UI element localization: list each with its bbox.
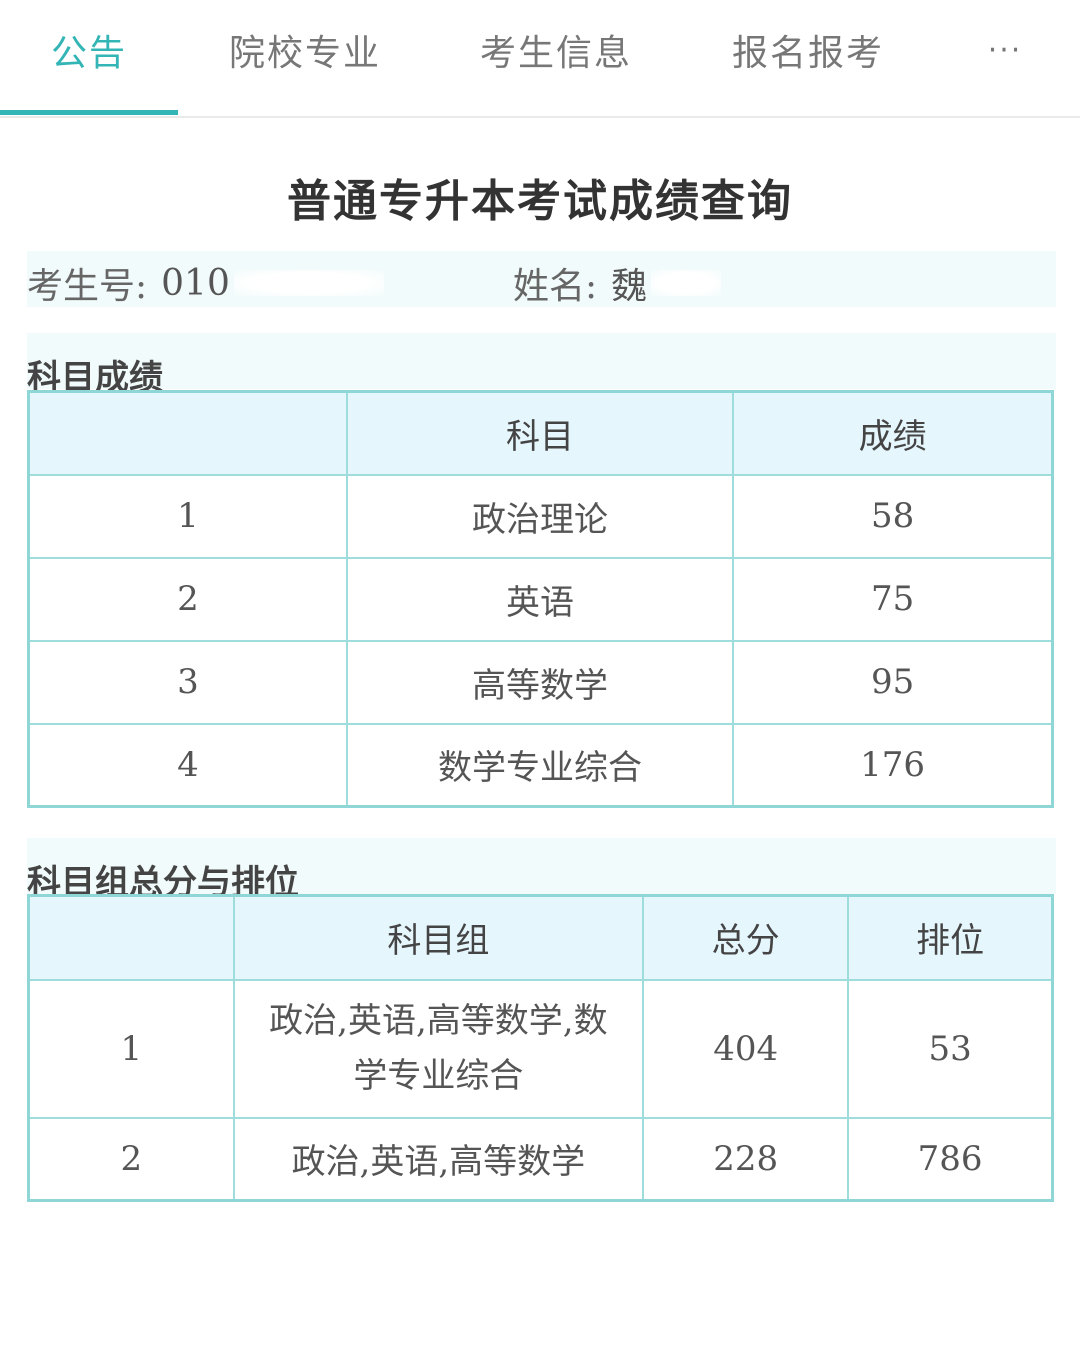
column-header-index [27, 390, 348, 476]
column-header-group: 科目组 [232, 894, 645, 981]
subject-name: 高等数学 [345, 639, 735, 725]
page-title: 普通专升本考试成绩查询 [287, 176, 793, 227]
row-index: 2 [27, 556, 348, 642]
row-index: 3 [27, 639, 348, 725]
column-header-subject: 科目 [345, 390, 735, 476]
candidate-name: 姓名: 魏 [513, 257, 722, 309]
table-header-row: 科目组 总分 排位 [27, 894, 1054, 981]
candidate-info-bar: 考生号: 010 姓名: 魏 [27, 251, 1056, 307]
active-tab-indicator [0, 110, 178, 115]
row-index: 2 [27, 1116, 235, 1202]
tab-registration[interactable]: 报名报考 [708, 0, 908, 100]
column-header-total: 总分 [642, 894, 850, 981]
subject-scores-heading: 科目成绩 [27, 333, 1056, 398]
group-rank: 53 [847, 978, 1054, 1119]
row-index: 1 [27, 978, 235, 1119]
subject-group: 政治,英语,高等数学 [232, 1116, 645, 1202]
subject-name: 政治理论 [345, 473, 735, 559]
group-scores-table: 科目组 总分 排位 1 政治,英语,高等数学,数学专业综合 404 53 2 政… [27, 894, 1054, 1202]
group-rank: 786 [847, 1116, 1054, 1202]
group-total: 228 [642, 1116, 850, 1202]
table-header-row: 科目 成绩 [27, 390, 1054, 476]
tab-candidate-info[interactable]: 考生信息 [456, 0, 656, 100]
more-tabs-icon[interactable]: ··· [965, 0, 1045, 100]
top-tab-bar: 公告 院校专业 考生信息 报名报考 ··· [0, 0, 1080, 118]
column-header-score: 成绩 [732, 390, 1054, 476]
group-total: 404 [642, 978, 850, 1119]
table-row: 2 政治,英语,高等数学 228 786 [27, 1116, 1054, 1202]
subject-score: 58 [732, 473, 1054, 559]
table-row: 2 英语 75 [27, 556, 1054, 642]
subject-group: 政治,英语,高等数学,数学专业综合 [232, 978, 645, 1119]
candidate-name-label: 姓名: [513, 266, 598, 307]
table-row: 1 政治理论 58 [27, 473, 1054, 559]
tab-schools-majors[interactable]: 院校专业 [205, 0, 405, 100]
table-row: 4 数学专业综合 176 [27, 722, 1054, 808]
subject-score: 176 [732, 722, 1054, 808]
column-header-index [27, 894, 235, 981]
subject-score: 95 [732, 639, 1054, 725]
row-index: 1 [27, 473, 348, 559]
table-row: 1 政治,英语,高等数学,数学专业综合 404 53 [27, 978, 1054, 1119]
subject-name: 数学专业综合 [345, 722, 735, 808]
redaction-mask [233, 270, 384, 296]
subject-name: 英语 [345, 556, 735, 642]
candidate-id-label: 考生号: [27, 266, 148, 307]
column-header-rank: 排位 [847, 894, 1054, 981]
candidate-id: 考生号: 010 [27, 257, 384, 309]
redaction-mask [651, 270, 722, 296]
candidate-name-value: 魏 [611, 266, 648, 307]
row-index: 4 [27, 722, 348, 808]
tab-announcement[interactable]: 公告 [0, 0, 178, 100]
table-row: 3 高等数学 95 [27, 639, 1054, 725]
group-scores-heading: 科目组总分与排位 [27, 838, 1056, 903]
subject-score: 75 [732, 556, 1054, 642]
candidate-id-value: 010 [161, 262, 230, 304]
subject-scores-table: 科目 成绩 1 政治理论 58 2 英语 75 3 高等数学 95 4 数学专业… [27, 390, 1054, 808]
